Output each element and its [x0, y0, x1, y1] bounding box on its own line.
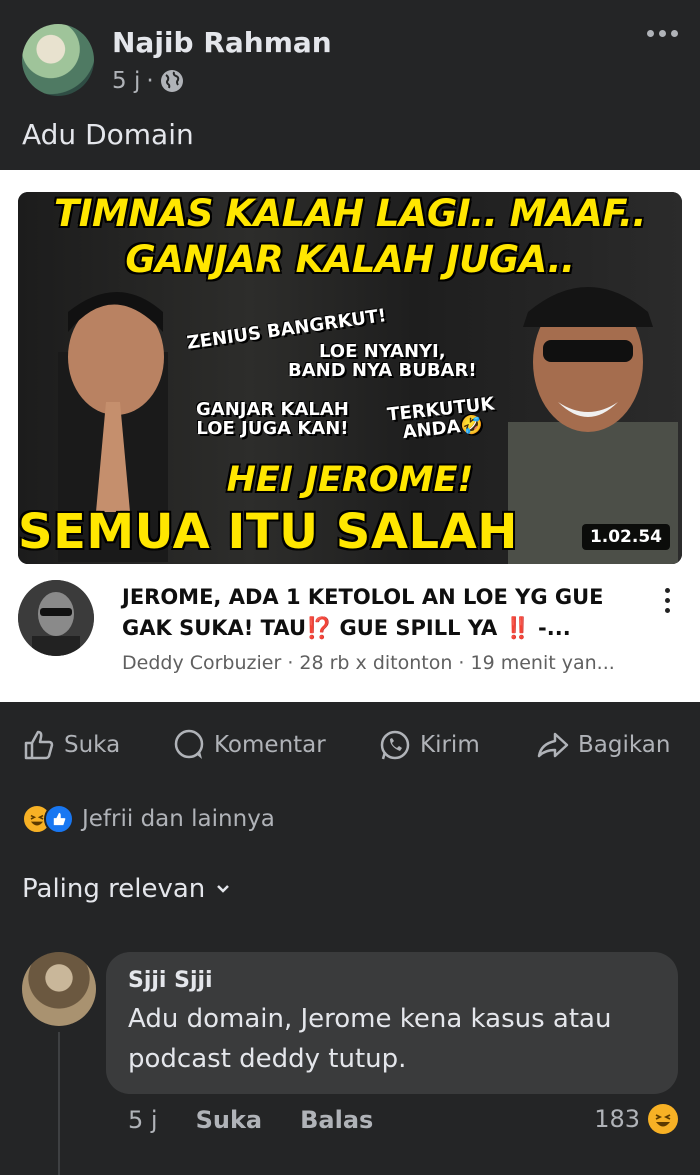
- comment-button[interactable]: Komentar: [172, 728, 326, 762]
- share-label: Bagikan: [578, 732, 671, 758]
- comment-reaction-count[interactable]: 183: [594, 1104, 678, 1134]
- comment-label: Komentar: [214, 732, 326, 758]
- commenter-name[interactable]: Sjji Sjji: [128, 968, 656, 993]
- thumbnail-headline-2: GANJAR KALAH JUGA..: [125, 238, 575, 281]
- thumbs-up-icon: [24, 730, 54, 760]
- comment-reaction-number: 183: [594, 1105, 640, 1133]
- comment-reply-button[interactable]: Balas: [300, 1106, 373, 1134]
- video-meta: Deddy Corbuzier · 28 rb x ditonton · 19 …: [122, 652, 615, 674]
- video-more-icon[interactable]: [665, 588, 670, 613]
- video-title[interactable]: JEROME, ADA 1 KETOLOL AN LOE YG GUE GAK …: [122, 582, 642, 644]
- thread-line: [58, 1032, 60, 1175]
- video-duration-badge: 1.02.54: [581, 524, 670, 550]
- haha-reaction-icon: [648, 1104, 678, 1134]
- author-avatar[interactable]: [22, 24, 94, 96]
- thumbnail-caption-2: LOE NYANYI, BAND NYA BUBAR!: [288, 342, 477, 380]
- thumbnail-caption-2-line1: LOE NYANYI,: [318, 341, 446, 362]
- link-preview-card[interactable]: TIMNAS KALAH LAGI.. MAAF.. GANJAR KALAH …: [0, 170, 700, 702]
- comment-like-button[interactable]: Suka: [196, 1106, 263, 1134]
- post-time[interactable]: 5 j: [112, 68, 140, 94]
- comment-bubble-icon: [174, 729, 204, 759]
- comment-actions: 5 j Suka Balas: [128, 1106, 373, 1134]
- reactions-summary[interactable]: Jefrii dan lainnya: [22, 804, 275, 834]
- comments-section: Jefrii dan lainnya Paling relevan Sjji S…: [0, 788, 700, 1175]
- thumbnail-headline-1: TIMNAS KALAH LAGI.. MAAF..: [54, 192, 646, 235]
- comment-time[interactable]: 5 j: [128, 1106, 158, 1134]
- comment-bubble: Sjji Sjji Adu domain, Jerome kena kasus …: [106, 952, 678, 1094]
- share-arrow-icon: [537, 732, 569, 758]
- post-actions-bar: Suka Komentar Kirim Bagikan: [0, 702, 700, 788]
- author-name[interactable]: Najib Rahman: [112, 26, 332, 59]
- commenter-avatar[interactable]: [22, 952, 96, 1026]
- send-label: Kirim: [420, 732, 480, 758]
- like-button[interactable]: Suka: [22, 728, 120, 762]
- post-meta: 5 j ·: [112, 68, 184, 94]
- thumbnail-caption-3-line2: LOE JUGA KAN!: [196, 418, 349, 439]
- thumbnail-caption-3: GANJAR KALAH LOE JUGA KAN!: [196, 400, 349, 438]
- chevron-down-icon: [217, 885, 230, 893]
- meta-separator: ·: [146, 68, 154, 94]
- thumbnail-caption-2-line2: BAND NYA BUBAR!: [288, 360, 477, 381]
- thumbnail-headline-3: HEI JEROME!: [226, 460, 474, 500]
- whatsapp-icon: [380, 730, 410, 760]
- channel-avatar[interactable]: [18, 580, 94, 656]
- reactions-text: Jefrii dan lainnya: [82, 806, 275, 832]
- more-options-icon[interactable]: [647, 30, 678, 37]
- sort-label: Paling relevan: [22, 874, 206, 904]
- like-label: Suka: [64, 732, 121, 758]
- thumbnail-caption-3-line1: GANJAR KALAH: [196, 399, 349, 420]
- share-button[interactable]: Bagikan: [536, 728, 670, 762]
- comment-sort-dropdown[interactable]: Paling relevan: [22, 874, 231, 904]
- post-text: Adu Domain: [22, 118, 194, 151]
- video-thumbnail[interactable]: TIMNAS KALAH LAGI.. MAAF.. GANJAR KALAH …: [18, 192, 682, 564]
- globe-icon: [160, 70, 183, 92]
- comment-text: Adu domain, Jerome kena kasus atau podca…: [128, 1004, 612, 1074]
- send-button[interactable]: Kirim: [378, 728, 480, 762]
- like-reaction-icon: [44, 804, 74, 834]
- post-header: Najib Rahman 5 j · Adu Domain: [0, 0, 700, 170]
